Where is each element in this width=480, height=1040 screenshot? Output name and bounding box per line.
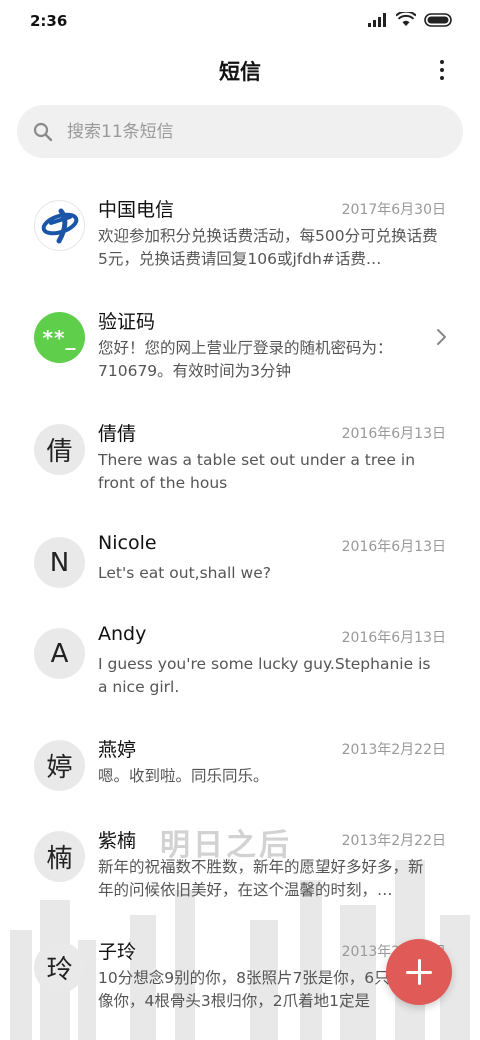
message-preview: 嗯。收到啦。同乐同乐。 <box>98 767 269 785</box>
contact-name: 倩倩 <box>98 423 137 445</box>
conversation-item[interactable]: 倩 倩倩 2016年6月13日 There was a table set ou… <box>0 394 480 506</box>
new-message-button[interactable] <box>386 939 452 1005</box>
message-date: 2013年2月22日 <box>341 742 446 758</box>
contact-name: 紫楠 <box>98 830 137 852</box>
message-preview: 您好！您的网上营业厅登录的随机密码为：710679。有效时间为3分钟 <box>98 339 393 380</box>
chevron-right-icon <box>437 329 446 345</box>
message-preview: 欢迎参加积分兑换话费活动，每500分可兑换话费5元，兑换话费请回复106或jfd… <box>98 227 438 268</box>
avatar: A <box>34 628 85 679</box>
contact-name: 中国电信 <box>98 199 175 221</box>
conversation-item[interactable]: **_ 验证码 您好！您的网上营业厅登录的随机密码为：710679。有效时间为3… <box>0 282 480 394</box>
avatar: 倩 <box>34 424 85 475</box>
message-date: 2013年2月22日 <box>341 833 446 849</box>
contact-name: Nicole <box>98 532 157 554</box>
avatar: 婷 <box>34 740 85 791</box>
message-preview: 新年的祝福数不胜数，新年的愿望好多好多，新年的问候依旧美好，在这个温馨的时刻，… <box>98 858 424 899</box>
search-icon <box>33 122 53 141</box>
conversation-item[interactable]: 楠 紫楠 2013年2月22日 新年的祝福数不胜数，新年的愿望好多好多，新年的问… <box>0 801 480 913</box>
contact-name: Andy <box>98 623 147 645</box>
conversation-item[interactable]: A Andy 2016年6月13日 I guess you're some lu… <box>0 598 480 710</box>
more-vertical-icon <box>440 60 444 64</box>
telecom-logo-icon <box>41 208 78 243</box>
message-date: 2017年6月30日 <box>341 202 446 218</box>
search-input[interactable] <box>67 121 407 142</box>
message-date: 2016年6月13日 <box>341 426 446 442</box>
avatar: N <box>34 537 85 588</box>
status-time: 2:36 <box>30 12 68 30</box>
conversation-item[interactable]: 中国电信 2017年6月30日 欢迎参加积分兑换话费活动，每500分可兑换话费5… <box>0 170 480 282</box>
signal-icon <box>368 12 386 27</box>
status-bar: 2:36 <box>0 0 480 42</box>
battery-icon <box>424 12 452 27</box>
avatar: 玲 <box>34 942 85 993</box>
app-header: 短信 <box>0 42 480 98</box>
message-preview: There was a table set out under a tree i… <box>98 451 416 492</box>
status-icons <box>368 12 454 27</box>
contact-name: 子玲 <box>98 941 137 963</box>
avatar: 楠 <box>34 831 85 882</box>
message-preview: I guess you're some lucky guy.Stephanie … <box>98 655 431 696</box>
message-date: 2016年6月13日 <box>341 630 446 646</box>
china-telecom-logo <box>34 200 85 251</box>
message-preview: Let's eat out,shall we? <box>98 564 271 582</box>
plus-icon <box>406 959 432 985</box>
message-date: 2016年6月13日 <box>341 539 446 555</box>
wifi-icon <box>396 12 416 26</box>
more-options-button[interactable] <box>430 56 454 84</box>
verify-code-avatar: **_ <box>34 312 85 363</box>
page-title: 短信 <box>219 60 261 84</box>
contact-name: 验证码 <box>98 311 156 333</box>
contact-name: 燕婷 <box>98 739 137 761</box>
search-bar[interactable] <box>17 105 463 158</box>
